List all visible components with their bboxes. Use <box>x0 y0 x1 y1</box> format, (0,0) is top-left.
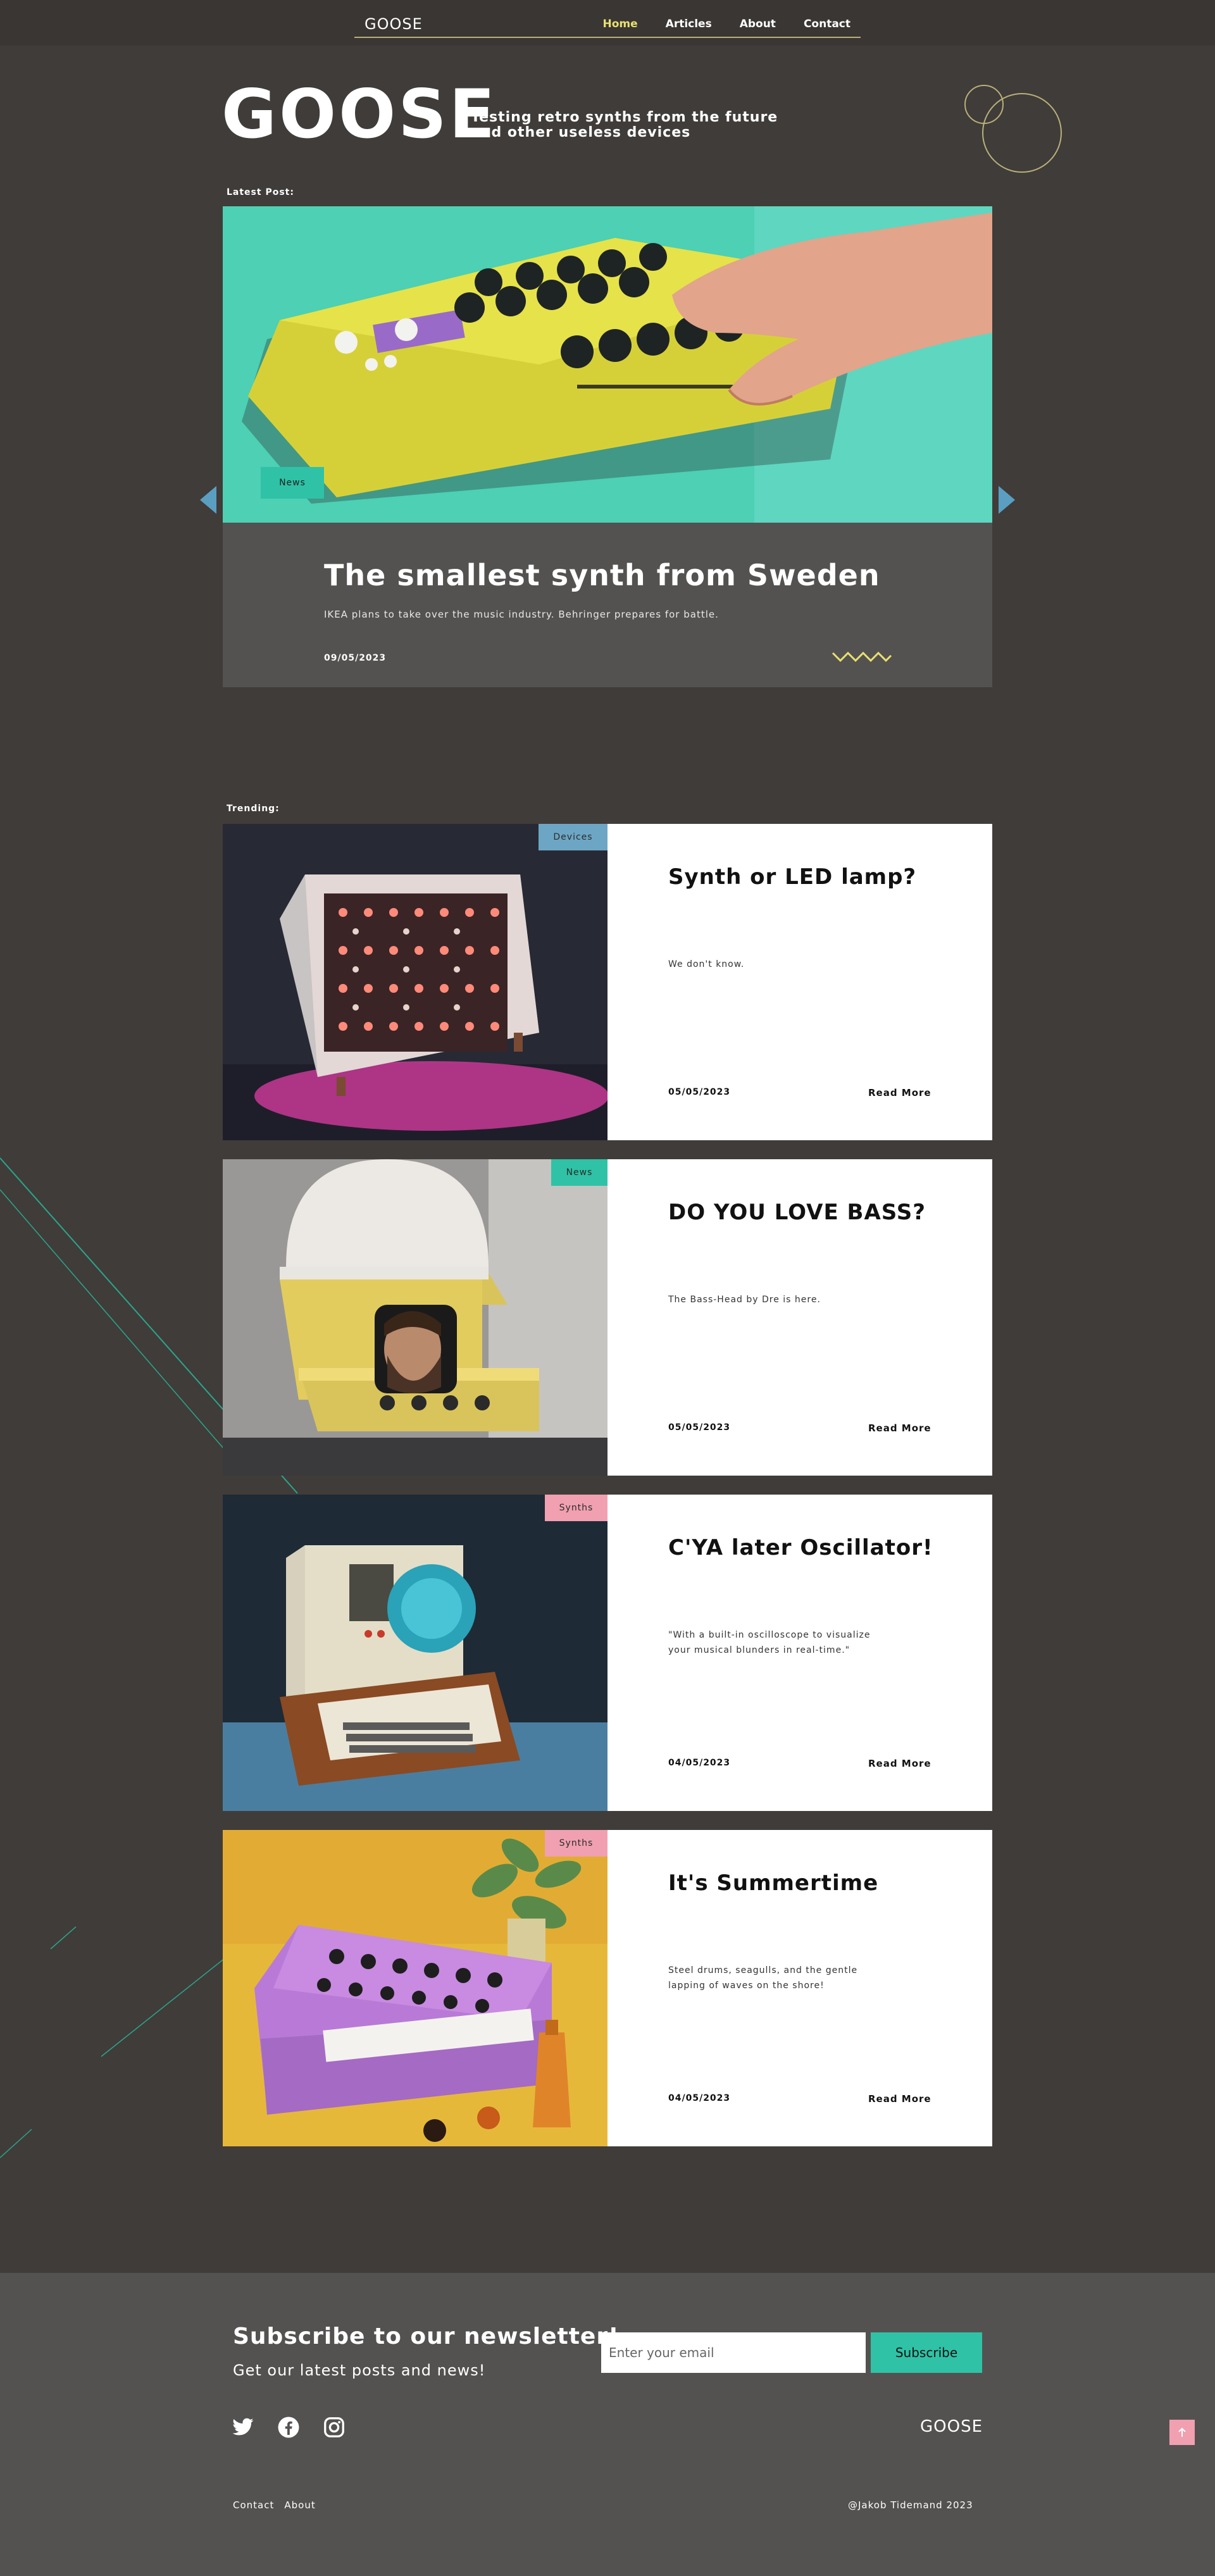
card-badge[interactable]: News <box>551 1159 608 1186</box>
trending-card[interactable]: Synths It's Summertime Steel drums, seag… <box>223 1830 992 2146</box>
footer: Subscribe to our newsletter! Get our lat… <box>0 2273 1215 2576</box>
card-title[interactable]: It's Summertime <box>668 1870 959 1896</box>
newsletter-subtitle: Get our latest posts and news! <box>233 2361 486 2379</box>
back-to-top-button[interactable] <box>1169 2420 1195 2445</box>
card-image[interactable] <box>223 824 608 1140</box>
card-image[interactable] <box>223 1830 608 2146</box>
card-date: 04/05/2023 <box>668 1758 731 1768</box>
nav-link-articles[interactable]: Articles <box>666 18 712 30</box>
instagram-icon[interactable] <box>323 2416 346 2439</box>
arrow-right-icon[interactable] <box>999 486 1015 514</box>
read-more-link[interactable]: Read More <box>868 2093 932 2105</box>
nav-logo[interactable]: GOOSE <box>364 15 423 33</box>
card-title[interactable]: DO YOU LOVE BASS? <box>668 1200 959 1225</box>
card-badge[interactable]: Synths <box>545 1830 608 1857</box>
footer-links: Contact About <box>233 2499 316 2511</box>
card-text: The Bass-Head by Dre is here. <box>668 1295 821 1305</box>
card-text: "With a built-in oscilloscope to visuali… <box>668 1630 871 1655</box>
arrow-left-icon[interactable] <box>200 486 216 514</box>
featured-badge[interactable]: News <box>261 467 324 499</box>
nav-link-about[interactable]: About <box>740 18 776 30</box>
zigzag-icon <box>832 651 892 663</box>
card-text: Steel drums, seagulls, and the gentle la… <box>668 1965 858 1991</box>
nav-link-contact[interactable]: Contact <box>804 18 850 30</box>
subscribe-button[interactable]: Subscribe <box>871 2332 982 2373</box>
trending-card[interactable]: Devices Synth or LED lamp? We don't know… <box>223 824 992 1140</box>
read-more-link[interactable]: Read More <box>868 1087 932 1098</box>
footer-link-contact[interactable]: Contact <box>233 2499 274 2511</box>
twitter-icon[interactable] <box>232 2416 254 2439</box>
card-badge[interactable]: Synths <box>545 1495 608 1521</box>
footer-logo[interactable]: GOOSE <box>920 2417 983 2436</box>
tagline: Testing retro synths from the future and… <box>471 109 778 140</box>
decorative-circles <box>964 85 1062 173</box>
read-more-link[interactable]: Read More <box>868 1422 932 1434</box>
trending-card[interactable]: News DO YOU LOVE BASS? The Bass-Head by … <box>223 1159 992 1476</box>
brand-title: GOOSE <box>221 75 497 153</box>
nav-links: Home Articles About Contact <box>603 18 851 30</box>
card-title[interactable]: Synth or LED lamp? <box>668 864 959 890</box>
footer-link-about[interactable]: About <box>284 2499 315 2511</box>
read-more-link[interactable]: Read More <box>868 1758 932 1769</box>
card-image[interactable] <box>223 1159 608 1476</box>
featured-subtitle: IKEA plans to take over the music indust… <box>324 609 719 620</box>
card-date: 04/05/2023 <box>668 2093 731 2103</box>
trending-card[interactable]: Synths C'YA later Oscillator! "With a bu… <box>223 1495 992 1811</box>
card-image[interactable] <box>223 1495 608 1811</box>
featured-date: 09/05/2023 <box>324 653 387 663</box>
card-date: 05/05/2023 <box>668 1422 731 1433</box>
featured-image[interactable] <box>223 206 992 523</box>
featured-title[interactable]: The smallest synth from Sweden <box>324 558 880 592</box>
newsletter-title: Subscribe to our newsletter! <box>233 2324 620 2349</box>
copyright: @Jakob Tidemand 2023 <box>848 2499 973 2511</box>
card-date: 05/05/2023 <box>668 1087 731 1097</box>
trending-label: Trending: <box>227 804 280 814</box>
card-title[interactable]: C'YA later Oscillator! <box>668 1535 959 1560</box>
nav-link-home[interactable]: Home <box>603 18 638 30</box>
card-badge[interactable]: Devices <box>539 824 608 850</box>
card-text: We don't know. <box>668 959 745 969</box>
featured-post-box[interactable]: The smallest synth from Sweden IKEA plan… <box>223 523 992 687</box>
arrow-up-icon <box>1178 2427 1186 2437</box>
email-field[interactable] <box>601 2332 866 2373</box>
main-nav: GOOSE Home Articles About Contact <box>354 13 861 38</box>
facebook-icon[interactable] <box>277 2416 300 2439</box>
latest-label: Latest Post: <box>227 187 294 197</box>
